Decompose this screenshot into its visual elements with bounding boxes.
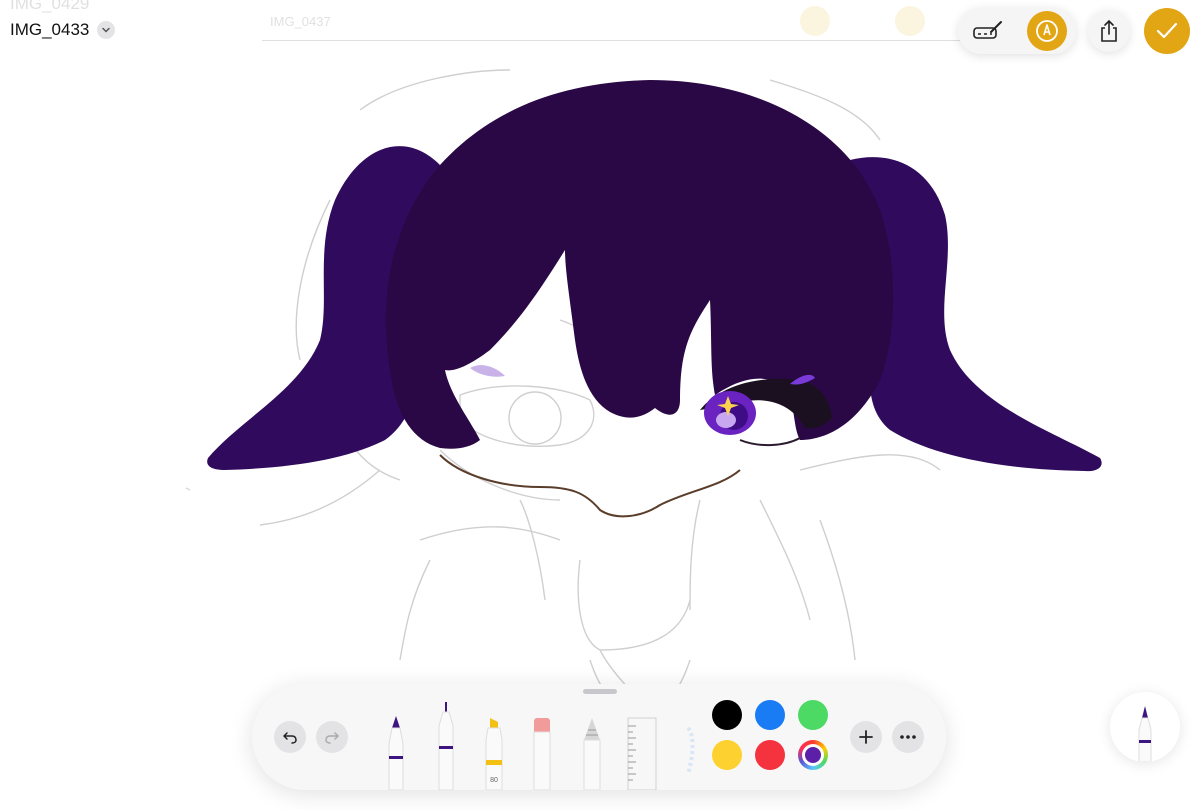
pen-icon <box>1138 706 1152 762</box>
more-button[interactable] <box>892 721 924 753</box>
selected-color <box>805 747 821 763</box>
drawing-toolbar: 80 <box>252 684 946 790</box>
chevron-down-icon[interactable] <box>97 21 116 39</box>
checkmark-icon <box>1156 22 1178 39</box>
plus-icon <box>859 730 873 744</box>
color-swatch-blue[interactable] <box>755 700 785 730</box>
color-picker-wheel[interactable] <box>798 740 828 770</box>
color-swatch-yellow[interactable] <box>712 740 742 770</box>
undo-button[interactable] <box>274 721 306 753</box>
redo-icon <box>325 732 339 744</box>
page-title: IMG_0433 <box>10 20 90 39</box>
pen-with-line-icon[interactable] <box>968 11 1008 51</box>
marker-width-label: 80 <box>490 777 498 784</box>
pencil-tool[interactable] <box>580 716 604 790</box>
face-outline <box>439 454 741 518</box>
minimized-pen-button[interactable] <box>1110 692 1180 762</box>
color-swatch-black[interactable] <box>712 700 742 730</box>
redo-button[interactable] <box>316 721 348 753</box>
fineliner-tool[interactable] <box>434 702 458 790</box>
markup-pencil-circle-icon[interactable] <box>1026 11 1067 51</box>
top-tool-pill <box>958 8 1076 54</box>
document-title[interactable]: IMG_0433 <box>10 20 116 40</box>
toolbar-grabber[interactable] <box>583 689 617 694</box>
color-swatch-red[interactable] <box>755 740 785 770</box>
add-button[interactable] <box>850 721 882 753</box>
eraser-tool[interactable] <box>530 716 554 790</box>
lasso-tool[interactable] <box>676 724 700 780</box>
share-icon[interactable] <box>1088 10 1130 52</box>
pen-tool[interactable] <box>384 714 408 790</box>
undo-icon <box>283 732 297 744</box>
color-swatch-green[interactable] <box>798 700 828 730</box>
done-button[interactable] <box>1144 8 1190 54</box>
marker-tool[interactable]: 80 <box>482 716 506 790</box>
ruler-tool[interactable] <box>626 716 660 790</box>
ellipsis-icon <box>900 735 916 739</box>
eye-highlight-left <box>470 365 505 377</box>
